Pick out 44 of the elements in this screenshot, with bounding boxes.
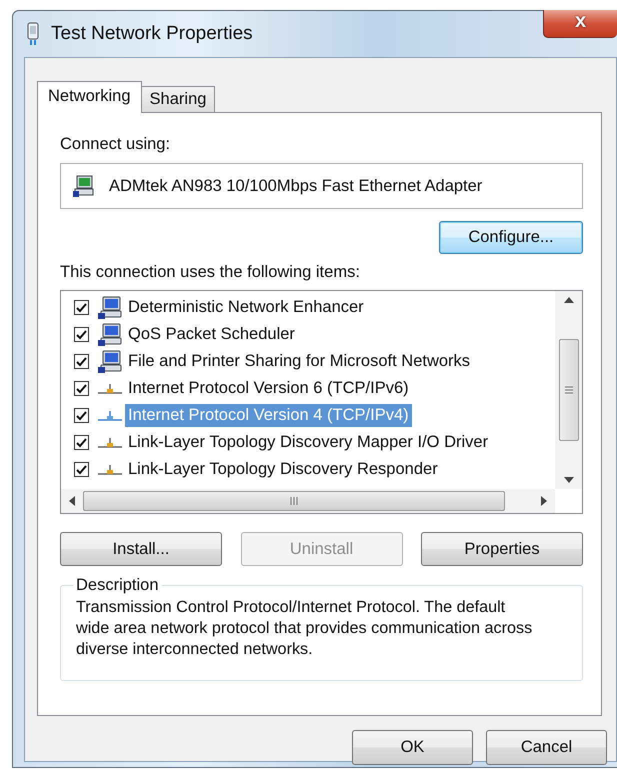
group-title: Description	[75, 576, 160, 595]
list-item[interactable]: File and Printer Sharing for Microsoft Networks	[125, 350, 474, 373]
checkbox[interactable]	[74, 327, 89, 342]
computer-icon	[97, 296, 123, 320]
checkbox[interactable]	[74, 435, 89, 450]
grip-icon	[564, 386, 574, 394]
action-button[interactable]: Properties	[421, 532, 583, 566]
action-button[interactable]: Install...	[60, 532, 222, 566]
up-arrow-icon[interactable]	[564, 297, 574, 303]
network-icon	[97, 408, 123, 422]
section-label: This connection uses the following items:	[60, 263, 361, 282]
list-item[interactable]: Deterministic Network Enhancer	[125, 296, 367, 319]
network-adapter-icon	[27, 22, 39, 46]
close-button[interactable]: x	[543, 10, 617, 38]
network-adapter-icon	[73, 175, 95, 197]
network-icon	[97, 462, 123, 476]
network-icon	[97, 382, 123, 396]
window-title: Test Network Properties	[51, 23, 253, 45]
down-arrow-icon[interactable]	[564, 477, 574, 483]
horizontal-scrollbar[interactable]	[61, 489, 555, 513]
tab[interactable]: Sharing	[140, 86, 216, 112]
list-item[interactable]: Link-Layer Topology Discovery Responder	[125, 458, 441, 481]
adapter-field: ADMtek AN983 10/100Mbps Fast Ethernet Adapter	[60, 163, 583, 209]
checkbox[interactable]	[74, 381, 89, 396]
computer-icon	[97, 322, 123, 346]
right-arrow-icon[interactable]	[541, 496, 547, 506]
left-arrow-icon[interactable]	[69, 496, 75, 506]
list-item[interactable]: QoS Packet Scheduler	[125, 323, 298, 346]
tab[interactable]: Networking	[37, 81, 142, 113]
description-text: Transmission Control Protocol/Internet Protocol. The default wide area network protocol that provides communication across diverse interconnected networks.	[76, 597, 534, 660]
computer-icon	[97, 350, 123, 374]
checkbox[interactable]	[74, 462, 89, 477]
checkbox[interactable]	[74, 408, 89, 423]
vertical-scrollbar[interactable]	[555, 291, 582, 489]
grip-icon	[289, 496, 299, 506]
cancel-button[interactable]: Cancel	[486, 730, 607, 765]
configure-button[interactable]: Configure...	[439, 221, 583, 254]
ok-button[interactable]: OK	[352, 730, 473, 765]
checkbox[interactable]	[74, 300, 89, 315]
network-icon	[97, 436, 123, 450]
list-item[interactable]: Link-Layer Topology Discovery Mapper I/O Driver	[125, 431, 492, 454]
list-item[interactable]: Internet Protocol Version 6 (TCP/IPv6)	[125, 377, 412, 400]
section-label: Connect using:	[60, 135, 172, 154]
checkbox[interactable]	[74, 354, 89, 369]
